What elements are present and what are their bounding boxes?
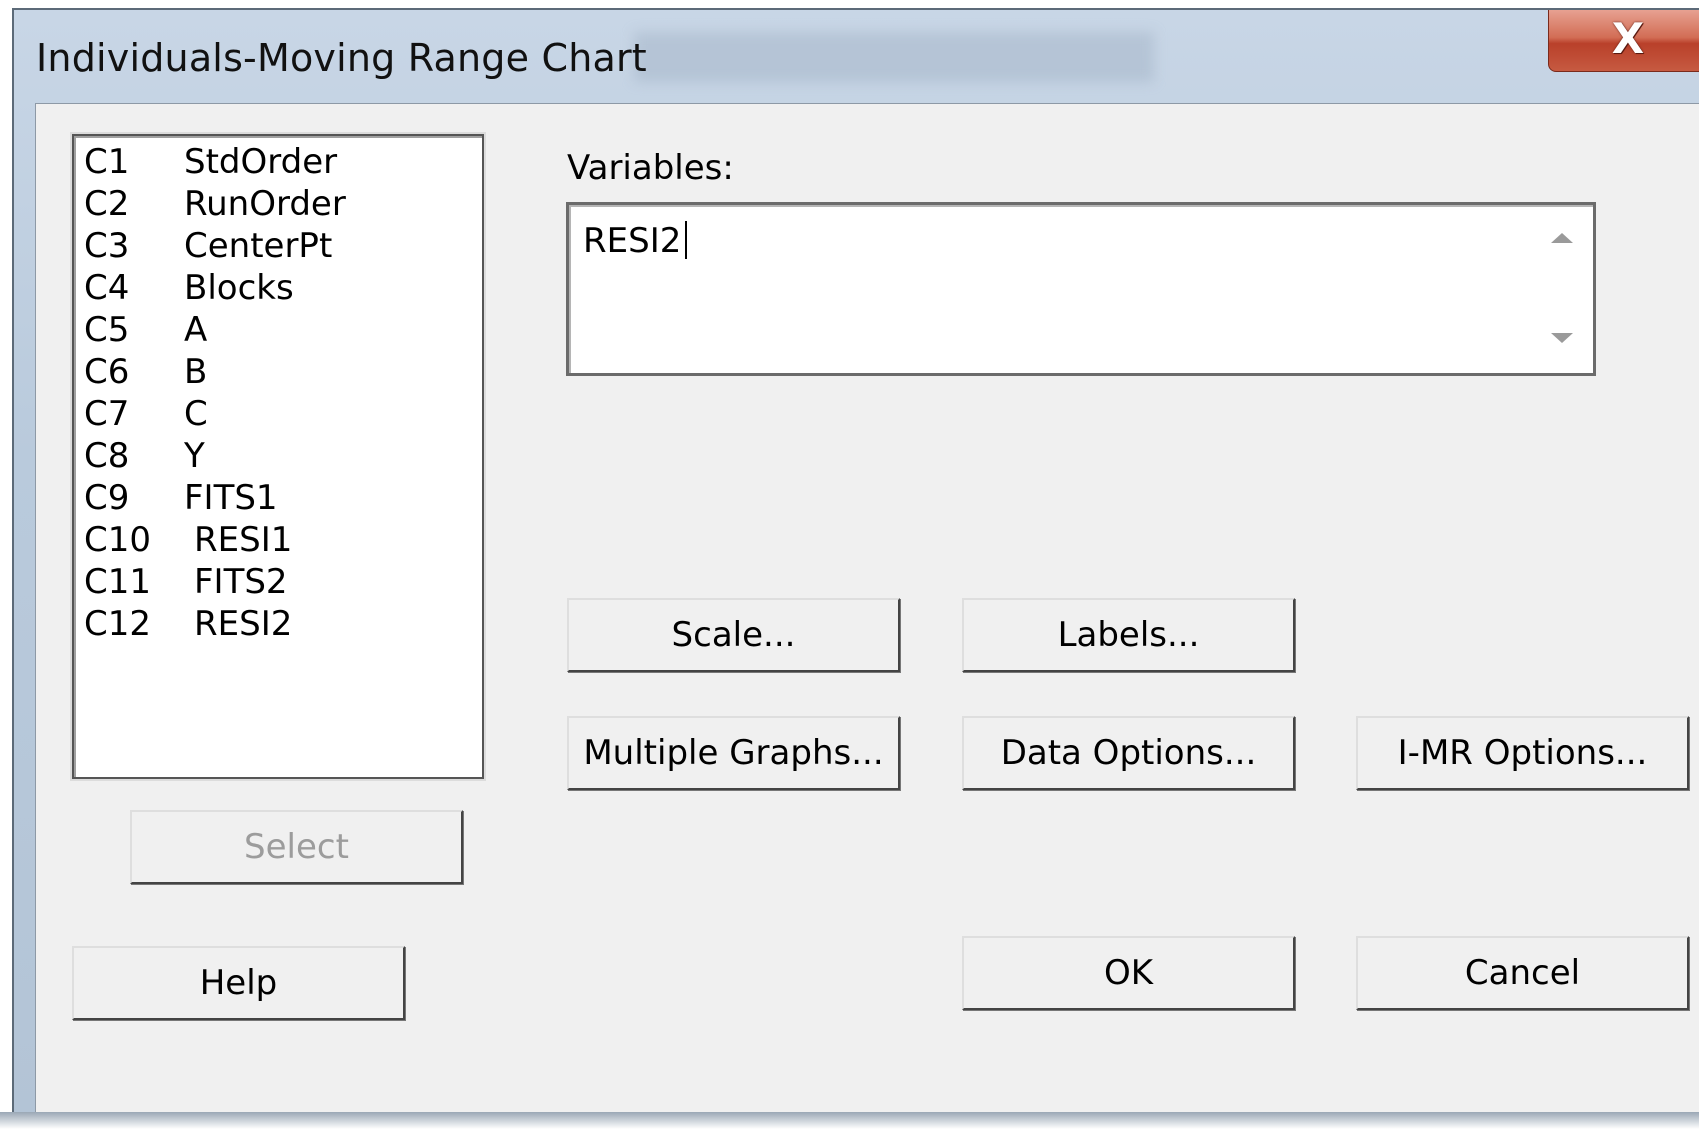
variables-value: RESI2	[583, 221, 682, 261]
column-id: C12	[84, 604, 152, 644]
window-title: Individuals-Moving Range Chart	[36, 36, 647, 80]
title-bar[interactable]: Individuals-Moving Range Chart X	[14, 10, 1699, 102]
column-list[interactable]: C1 StdOrder C2 RunOrder C3 CenterPt C4 B…	[72, 134, 484, 779]
cancel-button[interactable]: Cancel	[1356, 936, 1689, 1010]
column-name: RunOrder	[184, 184, 346, 224]
close-icon: X	[1611, 14, 1645, 63]
column-name: RESI1	[194, 520, 293, 560]
column-id: C7	[84, 394, 130, 434]
help-button[interactable]: Help	[72, 946, 405, 1020]
column-name: CenterPt	[184, 226, 333, 266]
scale-button[interactable]: Scale...	[567, 598, 900, 672]
variables-label: Variables:	[567, 148, 734, 188]
column-name: Blocks	[184, 268, 294, 308]
column-name: FITS1	[184, 478, 278, 518]
select-button[interactable]: Select	[130, 810, 463, 884]
variables-input[interactable]: RESI2	[566, 202, 1596, 376]
variables-scrollbar[interactable]	[1539, 209, 1589, 367]
column-id: C9	[84, 478, 130, 518]
close-button[interactable]: X	[1548, 10, 1699, 72]
column-name: B	[184, 352, 208, 392]
column-id: C1	[84, 142, 130, 182]
dialog-window: Individuals-Moving Range Chart X C1 StdO…	[12, 8, 1699, 1126]
background-window-ghost	[634, 32, 1154, 82]
ok-button[interactable]: OK	[962, 936, 1295, 1010]
column-name: FITS2	[194, 562, 288, 602]
scroll-down-arrow-icon[interactable]	[1551, 333, 1573, 343]
data-options-button[interactable]: Data Options...	[962, 716, 1295, 790]
column-id: C10	[84, 520, 152, 560]
column-name: C	[184, 394, 208, 434]
text-caret	[685, 221, 687, 259]
column-id: C2	[84, 184, 130, 224]
labels-button[interactable]: Labels...	[962, 598, 1295, 672]
column-id: C3	[84, 226, 130, 266]
column-id: C6	[84, 352, 130, 392]
scroll-up-arrow-icon[interactable]	[1551, 233, 1573, 243]
imr-options-button[interactable]: I-MR Options...	[1356, 716, 1689, 790]
column-name: A	[184, 310, 208, 350]
column-id: C5	[84, 310, 130, 350]
column-name: Y	[184, 436, 205, 476]
column-name: RESI2	[194, 604, 293, 644]
dialog-body: C1 StdOrder C2 RunOrder C3 CenterPt C4 B…	[35, 103, 1699, 1121]
column-id: C8	[84, 436, 130, 476]
column-id: C4	[84, 268, 130, 308]
multiple-graphs-button[interactable]: Multiple Graphs...	[567, 716, 900, 790]
column-name: StdOrder	[184, 142, 338, 182]
column-id: C11	[84, 562, 152, 602]
window-bottom-edge	[0, 1112, 1699, 1129]
